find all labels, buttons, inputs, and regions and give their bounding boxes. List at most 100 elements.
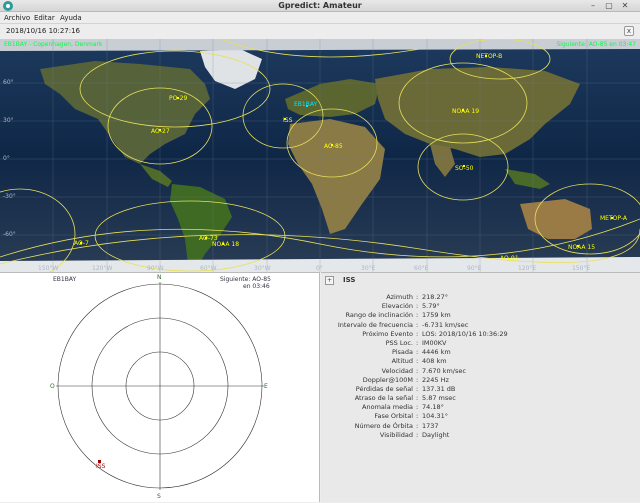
info-value: 4446 km	[422, 348, 451, 357]
info-sat-title[interactable]: ISS	[343, 276, 355, 284]
sat-label-ao-85[interactable]: AO-85	[324, 143, 343, 150]
info-value: 137.31 dB	[422, 384, 456, 393]
info-row: PSS Loc.: IM00KV	[385, 338, 447, 347]
lon-label-150e: 150°E	[572, 265, 591, 272]
compass-east: E	[264, 383, 268, 390]
info-row: Fase Orbital:104.31°	[374, 412, 448, 421]
sat-label-po-29[interactable]: PO-29	[169, 95, 187, 102]
info-label: Velocidad	[381, 366, 413, 375]
info-label: Fase Orbital	[374, 412, 413, 421]
info-label: Altitud	[391, 357, 413, 366]
info-value: LOS: 2018/10/16 10:36:29	[422, 329, 508, 338]
map-graphic	[0, 39, 640, 272]
menu-editar[interactable]: Editar	[34, 12, 55, 24]
info-row: Velocidad:7.670 km/sec	[381, 366, 466, 375]
lon-label-60e: 60°E	[414, 265, 429, 272]
menu-bar: Archivo Editar Ayuda	[0, 12, 640, 24]
info-label: Atraso de la señal	[354, 394, 413, 403]
info-value: -6.731 km/sec	[422, 320, 469, 329]
info-label: Azimuth	[386, 293, 413, 301]
sat-label-ao-7[interactable]: AO-7	[74, 240, 89, 247]
sat-label-ao-91[interactable]: AO-91	[500, 255, 519, 262]
info-label: Pérdidas de señal	[355, 384, 413, 393]
info-value: 2245 Hz	[422, 375, 449, 384]
info-label: Anomala media	[362, 403, 413, 412]
sat-label-noaa-18[interactable]: NOAA 18	[212, 241, 239, 248]
map-next-event: Siguiente: AO-85 en 03:47	[556, 41, 636, 48]
info-row: Intervalo de frecuencia: -6.731 km/sec	[337, 320, 469, 329]
info-label: Intervalo de frecuencia	[337, 320, 413, 329]
info-value: Daylight	[422, 430, 450, 439]
lon-label-90w: 90°W	[147, 265, 164, 272]
info-row: Rango de inclinación:1759 km	[345, 311, 451, 320]
lat-label-60s: -60°	[3, 231, 16, 238]
info-row: Pérdidas de señal:137.31 dB	[355, 384, 456, 393]
lat-label-30n: 30°	[3, 117, 14, 124]
lat-label-60n: 60°	[3, 79, 14, 86]
sat-label-noaa-19[interactable]: NOAA 19	[452, 108, 479, 115]
menu-ayuda[interactable]: Ayuda	[60, 12, 82, 24]
info-value: 1759 km	[422, 311, 451, 320]
info-value: 218.27°	[422, 293, 448, 301]
info-row: Pisada:4446 km	[391, 348, 451, 357]
info-label: PSS Loc.	[385, 338, 413, 347]
compass-south: S	[157, 493, 161, 500]
world-map[interactable]: EB1BAY - Copenhagen, Denmark Siguiente: …	[0, 39, 640, 272]
lon-label-90e: 90°E	[467, 265, 482, 272]
info-value: 104.31°	[422, 412, 448, 421]
lon-label-150w: 150°W	[38, 265, 59, 272]
polar-next-line1: Siguiente: AO-85	[220, 276, 271, 283]
info-row: Próximo Evento: LOS: 2018/10/16 10:36:29	[362, 329, 508, 338]
info-value: IM00KV	[422, 338, 447, 347]
sat-info-panel: + ISS Azimuth:218.27° Elevación:5.79° Ra…	[321, 272, 640, 502]
info-label: Pisada	[391, 348, 413, 357]
menu-archivo[interactable]: Archivo	[4, 12, 30, 24]
compass-west: O	[50, 383, 55, 390]
polar-view[interactable]: EB1BAY Siguiente: AO-85 en 03:46 N S E O…	[0, 272, 320, 502]
info-row: Anomala media:74.18°	[362, 403, 444, 412]
sat-label-ao-27[interactable]: AO-27	[151, 128, 170, 135]
map-station-label: EB1BAY - Copenhagen, Denmark	[4, 41, 103, 48]
info-row: Elevación:5.79°	[381, 302, 440, 311]
info-label: Próximo Evento	[362, 329, 413, 338]
info-value: 74.18°	[422, 403, 444, 412]
module-close-button[interactable]: x	[624, 26, 634, 36]
lon-label-30w: 30°W	[254, 265, 271, 272]
info-row: Atraso de la señal:5.87 msec	[354, 394, 456, 403]
info-value: 7.670 km/sec	[422, 366, 466, 375]
polar-station-label: EB1BAY	[53, 276, 77, 283]
polar-plot	[56, 282, 264, 490]
lon-label-120w: 120°W	[92, 265, 113, 272]
title-bar: Gpredict: Amateur – ▢ ✕	[0, 0, 640, 12]
module-toolbar: 2018/10/16 10:27:16 x	[0, 25, 640, 39]
compass-north: N	[157, 274, 162, 281]
lon-label-120e: 120°E	[518, 265, 537, 272]
close-window-button[interactable]: ✕	[620, 1, 630, 11]
sat-label-noaa-15[interactable]: NOAA 15	[568, 244, 595, 251]
info-row: Número de Órbita:1737	[354, 421, 439, 430]
info-label: Elevación	[381, 302, 413, 311]
info-label: Doppler@100M	[362, 375, 413, 384]
info-row: Visibilidad: Daylight	[379, 430, 450, 439]
lon-label-30e: 30°E	[361, 265, 376, 272]
info-label: Número de Órbita	[354, 421, 413, 430]
polar-sat-label-iss[interactable]: ISS	[96, 463, 105, 470]
sat-label-iss[interactable]: ISS	[283, 117, 292, 124]
lat-label-0: 0°	[3, 155, 10, 162]
map-station-marker-eb1bay[interactable]: EB1BAY	[294, 101, 317, 108]
sat-label-metop-a[interactable]: METOP-A	[600, 215, 627, 222]
info-row: Doppler@100M:2245 Hz	[362, 375, 449, 384]
info-expander-button[interactable]: +	[325, 276, 334, 285]
info-label: Rango de inclinación	[345, 311, 413, 320]
lon-label-60w: 60°W	[200, 265, 217, 272]
lat-label-30s: -30°	[3, 193, 16, 200]
window-title: Gpredict: Amateur	[278, 1, 362, 10]
sat-label-netop-b[interactable]: NETOP-B	[476, 53, 502, 60]
maximize-button[interactable]: ▢	[604, 1, 614, 11]
info-value: 408 km	[422, 357, 447, 366]
info-table: Azimuth:218.27° Elevación:5.79° Rango de…	[321, 293, 640, 440]
sat-label-so-50[interactable]: SO-50	[455, 165, 474, 172]
minimize-button[interactable]: –	[588, 1, 598, 11]
module-datetime: 2018/10/16 10:27:16	[6, 27, 81, 35]
info-value: 5.87 msec	[422, 394, 456, 403]
